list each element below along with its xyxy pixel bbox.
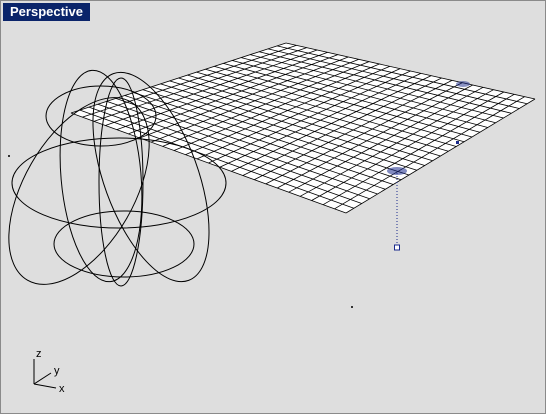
stray-point-left (8, 155, 10, 157)
surface-highlight-back (456, 81, 470, 87)
scene-canvas[interactable]: z y x (1, 1, 545, 413)
surface-grid[interactable] (70, 42, 536, 214)
z-axis-label: z (36, 348, 42, 360)
x-axis-line (33, 383, 57, 389)
surface-edge-point (456, 141, 459, 144)
stray-point (351, 306, 353, 308)
y-axis-label: y (54, 365, 60, 377)
y-axis-line (33, 372, 52, 385)
surface-highlight-front (387, 167, 407, 175)
perspective-viewport[interactable]: Perspective z y x (0, 0, 546, 414)
control-point-handle (394, 244, 400, 251)
axis-widget: z y x (33, 348, 65, 395)
x-axis-label: x (59, 383, 65, 395)
